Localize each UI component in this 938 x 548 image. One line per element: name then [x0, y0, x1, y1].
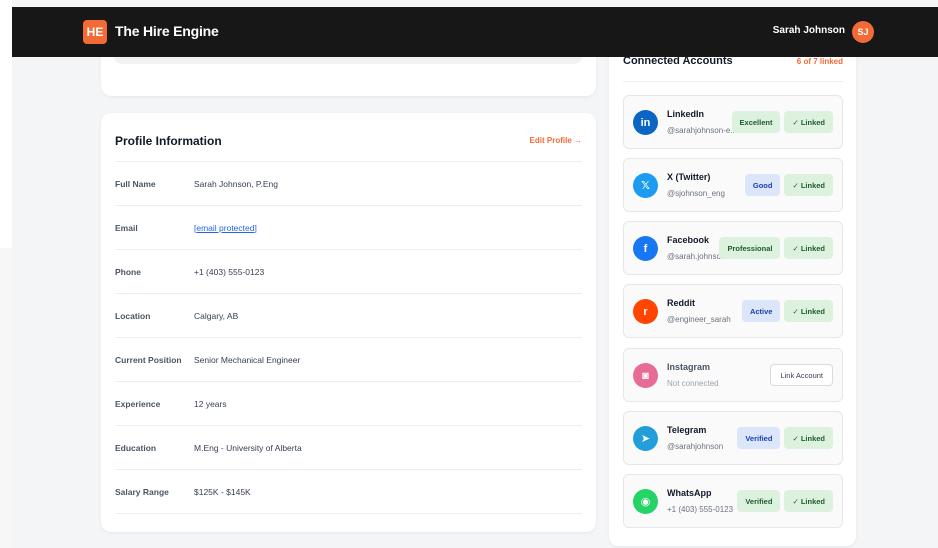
account-telegram: ➤ Telegram @sarahjohnson Verified ✓ Link…	[623, 411, 843, 465]
account-x-twitter: 𝕏 X (Twitter) @sjohnson_eng Good ✓ Linke…	[623, 158, 843, 212]
account-handle: @sarahjohnson	[667, 442, 724, 451]
field-row-education: Education M.Eng - University of Alberta	[115, 426, 582, 470]
field-label: Experience	[115, 398, 161, 409]
app-name[interactable]: The Hire Engine	[115, 23, 219, 39]
linked-button[interactable]: ✓ Linked	[784, 427, 833, 449]
field-value: Sarah Johnson, P.Eng	[194, 178, 278, 189]
page-edge	[0, 248, 12, 548]
field-label: Email	[115, 222, 138, 233]
telegram-icon: ➤	[633, 426, 658, 451]
quality-badge: Professional	[719, 237, 781, 259]
linked-count: 6 of 7 linked	[796, 57, 843, 66]
account-handle: @sarah.johnson	[667, 252, 726, 261]
whatsapp-icon: ◉	[633, 489, 658, 514]
account-badges: Verified ✓ Linked	[737, 427, 833, 449]
x-twitter-icon: 𝕏	[633, 173, 658, 198]
field-row-phone: Phone +1 (403) 555-0123	[115, 250, 582, 294]
divider	[623, 81, 843, 82]
account-badges: Good ✓ Linked	[744, 174, 833, 196]
linked-button[interactable]: ✓ Linked	[784, 174, 833, 196]
field-row-salary-range: Salary Range $125K - $145K	[115, 470, 582, 514]
field-row-current-position: Current Position Senior Mechanical Engin…	[115, 338, 582, 382]
account-handle: @engineer_sarah	[667, 315, 731, 324]
profile-title: Profile Information	[115, 134, 222, 148]
field-value: +1 (403) 555-0123	[194, 266, 265, 277]
account-name: WhatsApp	[667, 488, 712, 498]
account-whatsapp: ◉ WhatsApp +1 (403) 555-0123 Verified ✓ …	[623, 474, 843, 528]
user-name[interactable]: Sarah Johnson	[773, 25, 845, 36]
linked-button[interactable]: ✓ Linked	[784, 490, 833, 512]
quality-badge: Active	[741, 300, 781, 322]
account-name: Telegram	[667, 425, 707, 435]
link-account-button[interactable]: Link Account	[770, 364, 833, 386]
field-label: Phone	[115, 266, 141, 277]
account-facebook: f Facebook @sarah.johnson Professional ✓…	[623, 221, 843, 275]
account-badges: Excellent ✓ Linked	[731, 111, 833, 133]
field-row-location: Location Calgary, AB	[115, 294, 582, 338]
account-reddit: r Reddit @engineer_sarah Active ✓ Linked	[623, 284, 843, 338]
account-badges: Professional ✓ Linked	[719, 237, 833, 259]
account-instagram: ◙ Instagram Not connected Link Account	[623, 348, 843, 402]
connected-accounts-card: Connected Accounts 6 of 7 linked in Link…	[609, 40, 856, 546]
profile-information-card: Profile Information Edit Profile → Full …	[101, 113, 596, 532]
facebook-icon: f	[633, 236, 658, 261]
account-name: Instagram	[667, 362, 711, 372]
instagram-icon: ◙	[633, 363, 658, 388]
field-value: Calgary, AB	[194, 310, 239, 321]
profile-fields: Full Name Sarah Johnson, P.Eng Email [em…	[115, 162, 582, 514]
field-value: M.Eng - University of Alberta	[194, 442, 302, 453]
linkedin-icon: in	[633, 110, 658, 135]
account-name: Facebook	[667, 235, 710, 245]
linked-button[interactable]: ✓ Linked	[784, 300, 833, 322]
account-name: Reddit	[667, 298, 695, 308]
top-navigation-bar: HE The Hire Engine Sarah Johnson SJ	[12, 7, 938, 57]
account-name: X (Twitter)	[667, 172, 711, 182]
field-label: Full Name	[115, 178, 156, 189]
app-logo[interactable]: HE	[83, 20, 107, 44]
field-value: Senior Mechanical Engineer	[194, 354, 301, 365]
field-row-experience: Experience 12 years	[115, 382, 582, 426]
account-handle: @sarahjohnson-e...	[667, 126, 737, 135]
field-label: Current Position	[115, 354, 182, 365]
account-badges: Active ✓ Linked	[741, 300, 833, 322]
quality-badge: Verified	[737, 490, 781, 512]
edit-profile-link[interactable]: Edit Profile →	[530, 136, 582, 145]
quality-badge: Good	[744, 174, 781, 196]
field-row-full-name: Full Name Sarah Johnson, P.Eng	[115, 162, 582, 206]
email-link[interactable]: [email protected]	[194, 223, 257, 233]
avatar[interactable]: SJ	[852, 21, 874, 43]
field-label: Location	[115, 310, 151, 321]
account-handle: +1 (403) 555-0123	[667, 505, 734, 514]
field-label: Education	[115, 442, 157, 453]
account-handle: @sjohnson_eng	[667, 189, 725, 198]
quality-badge: Verified	[737, 427, 781, 449]
linked-button[interactable]: ✓ Linked	[784, 111, 833, 133]
account-name: LinkedIn	[667, 109, 705, 119]
account-status: Not connected	[667, 379, 719, 388]
account-linkedin: in LinkedIn @sarahjohnson-e... Excellent…	[623, 95, 843, 149]
linked-button[interactable]: ✓ Linked	[784, 237, 833, 259]
field-label: Salary Range	[115, 486, 169, 497]
field-row-email: Email [email protected]	[115, 206, 582, 250]
account-badges: Verified ✓ Linked	[737, 490, 833, 512]
reddit-icon: r	[633, 299, 658, 324]
quality-badge: Excellent	[731, 111, 781, 133]
field-value: 12 years	[194, 398, 227, 409]
field-value: $125K - $145K	[194, 486, 251, 497]
